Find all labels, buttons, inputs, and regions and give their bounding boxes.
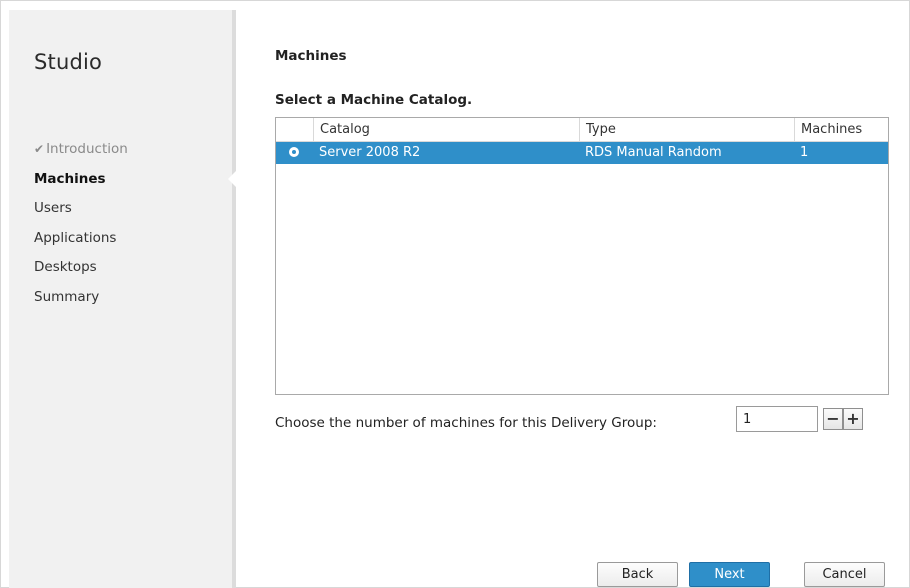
step-label: Users: [34, 200, 72, 216]
page-title: Machines: [275, 48, 347, 64]
cell-type: RDS Manual Random: [585, 145, 722, 160]
machine-count-input[interactable]: [736, 406, 818, 432]
checkmark-icon: ✔: [34, 142, 45, 156]
active-step-pointer: [228, 170, 237, 188]
wizard-steps: ✔ Introduction Machines Users Application…: [34, 140, 128, 317]
next-button[interactable]: Next: [689, 562, 770, 587]
cancel-button[interactable]: Cancel: [804, 562, 885, 587]
table-header: Catalog Type Machines: [276, 118, 888, 142]
step-label: Machines: [34, 170, 106, 187]
app-title: Studio: [34, 50, 103, 74]
column-header-type[interactable]: Type: [579, 118, 794, 141]
cell-machines: 1: [800, 145, 809, 160]
increment-button[interactable]: +: [843, 408, 863, 430]
step-desktops[interactable]: Desktops: [34, 258, 128, 288]
step-users[interactable]: Users: [34, 199, 128, 229]
step-summary[interactable]: Summary: [34, 288, 128, 318]
step-label: Applications: [34, 229, 117, 246]
step-machines[interactable]: Machines: [34, 170, 128, 200]
table-row[interactable]: Server 2008 R2 RDS Manual Random 1: [276, 142, 888, 164]
catalog-table: Catalog Type Machines Server 2008 R2 RDS…: [275, 117, 889, 395]
step-label: Introduction: [46, 141, 128, 157]
step-label: Summary: [34, 288, 100, 305]
back-button[interactable]: Back: [597, 562, 678, 587]
machine-count-label: Choose the number of machines for this D…: [275, 415, 657, 431]
step-introduction[interactable]: ✔ Introduction: [34, 140, 128, 170]
cell-catalog: Server 2008 R2: [319, 145, 421, 160]
step-applications[interactable]: Applications: [34, 229, 128, 259]
step-label: Desktops: [34, 259, 97, 275]
column-header-machines[interactable]: Machines: [794, 118, 888, 141]
column-header-catalog[interactable]: Catalog: [313, 118, 579, 141]
section-label: Select a Machine Catalog.: [275, 92, 473, 108]
sidebar-divider: [232, 10, 236, 588]
decrement-button[interactable]: −: [823, 408, 843, 430]
radio-selected-icon[interactable]: [289, 147, 299, 157]
